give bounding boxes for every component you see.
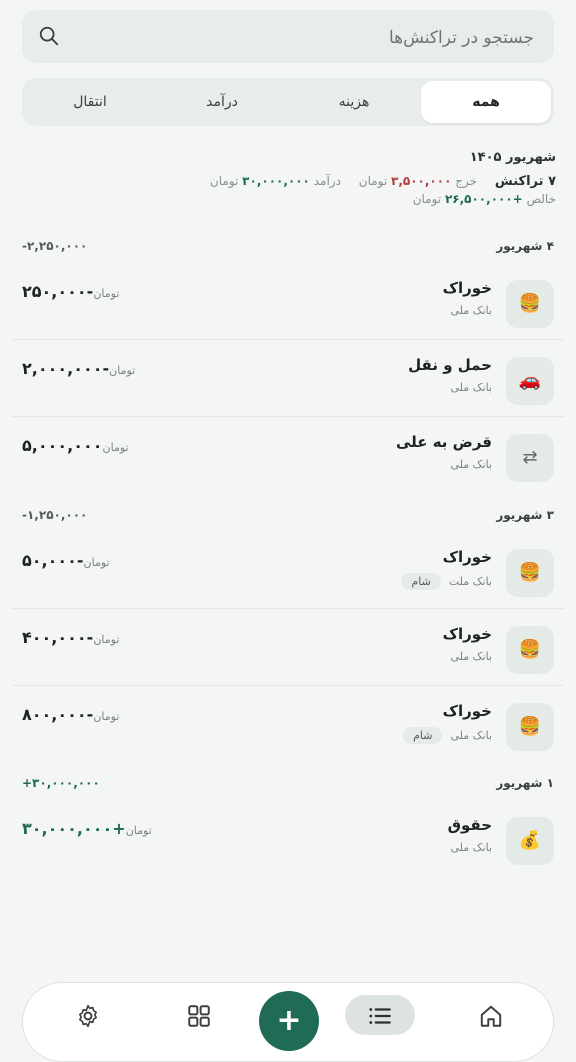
- currency: تومان: [93, 633, 120, 646]
- account-name: بانک ملت: [448, 575, 492, 588]
- currency: تومان: [109, 364, 136, 377]
- day-header: ۳ شهریور -۱,۲۵۰,۰۰۰: [22, 508, 554, 528]
- day-header: ۱ شهریور +۳۰,۰۰۰,۰۰۰: [22, 776, 554, 796]
- account-name: بانک ملی: [450, 458, 492, 471]
- transaction-row[interactable]: 🍔 خوراک بانک ملت شام تومان-۵۰,۰۰۰: [12, 533, 564, 609]
- currency: تومان: [102, 441, 129, 454]
- transaction-account: بانک ملی: [450, 458, 492, 471]
- search-bar[interactable]: [22, 10, 554, 65]
- amount-value: -۴۰۰,۰۰۰: [22, 628, 94, 647]
- income-label: درآمد: [313, 174, 341, 188]
- gear-icon[interactable]: [75, 1003, 101, 1029]
- amount-value: +۳۰,۰۰۰,۰۰۰: [22, 819, 126, 838]
- month-summary: شهریور ۱۴۰۵ ۷ تراکنش خرج ۳,۵۰۰,۰۰۰ تومان…: [16, 150, 556, 206]
- transaction-row[interactable]: ⇄ قرض به علی بانک ملی تومان۵,۰۰۰,۰۰۰: [12, 418, 564, 494]
- amount-value: -۲۵۰,۰۰۰: [22, 282, 94, 301]
- day-label: ۳ شهریور: [496, 508, 554, 522]
- month-title: شهریور ۱۴۰۵: [469, 150, 556, 165]
- account-name: بانک ملی: [450, 841, 492, 854]
- transaction-amount: تومان-۴۰۰,۰۰۰: [22, 628, 125, 647]
- tab-income[interactable]: درآمد: [157, 81, 287, 123]
- income-total: ۳۰,۰۰۰,۰۰۰: [242, 174, 310, 188]
- tag-badge: شام: [403, 727, 443, 744]
- tab-all[interactable]: همه: [421, 81, 551, 123]
- filter-tabs: همه هزینه درآمد انتقال: [22, 78, 554, 126]
- day-total: +۳۰,۰۰۰,۰۰۰: [22, 776, 100, 790]
- grid-icon[interactable]: [186, 1003, 212, 1029]
- transaction-title: خوراک: [442, 548, 492, 566]
- transaction-amount: تومان-۲۵۰,۰۰۰: [22, 282, 125, 301]
- divider: [12, 416, 564, 417]
- transaction-account: بانک ملی شام: [403, 727, 492, 744]
- transaction-title: خوراک: [442, 625, 492, 643]
- nav-active-pill[interactable]: [345, 995, 415, 1035]
- transaction-row[interactable]: 💰 حقوق بانک ملی تومان+۳۰,۰۰۰,۰۰۰: [12, 801, 564, 877]
- amount-value: -۲,۰۰۰,۰۰۰: [22, 359, 110, 378]
- transaction-amount: تومان+۳۰,۰۰۰,۰۰۰: [22, 819, 158, 838]
- account-name: بانک ملی: [450, 650, 492, 663]
- day-label: ۱ شهریور: [496, 776, 554, 790]
- search-input[interactable]: [102, 10, 536, 65]
- summary-row: ۷ تراکنش خرج ۳,۵۰۰,۰۰۰ تومان درآمد ۳۰,۰۰…: [16, 174, 556, 189]
- divider: [12, 339, 564, 340]
- burger-icon: 🍔: [506, 626, 554, 674]
- add-transaction-button[interactable]: +: [259, 991, 319, 1051]
- car-icon: 🚗: [506, 357, 554, 405]
- transaction-account: بانک ملت شام: [401, 573, 492, 590]
- list-icon[interactable]: [367, 1003, 393, 1029]
- transaction-title: خوراک: [442, 279, 492, 297]
- currency: تومان: [125, 824, 152, 837]
- divider: [12, 685, 564, 686]
- transaction-account: بانک ملی: [450, 304, 492, 317]
- currency: تومان: [83, 556, 110, 569]
- transaction-account: بانک ملی: [450, 381, 492, 394]
- transaction-row[interactable]: 🚗 حمل و نقل بانک ملی تومان-۲,۰۰۰,۰۰۰: [12, 341, 564, 417]
- account-name: بانک ملی: [450, 381, 492, 394]
- amount-value: ۵,۰۰۰,۰۰۰: [22, 436, 103, 455]
- day-label: ۴ شهریور: [496, 239, 554, 253]
- income-currency: تومان: [209, 174, 239, 188]
- transfer-icon: ⇄: [506, 434, 554, 482]
- transaction-amount: تومان-۵۰,۰۰۰: [22, 551, 116, 570]
- transaction-row[interactable]: 🍔 خوراک بانک ملی شام تومان-۸۰۰,۰۰۰: [12, 687, 564, 763]
- net-label: خالص: [526, 192, 556, 206]
- expense-label: خرج: [455, 174, 478, 188]
- tag-badge: شام: [401, 573, 441, 590]
- transaction-title: قرض به علی: [395, 433, 492, 451]
- divider: [12, 608, 564, 609]
- burger-icon: 🍔: [506, 703, 554, 751]
- currency: تومان: [93, 710, 120, 723]
- home-icon[interactable]: [478, 1003, 504, 1029]
- currency: تومان: [93, 287, 120, 300]
- tab-transfer[interactable]: انتقال: [25, 81, 155, 123]
- transaction-amount: تومان-۸۰۰,۰۰۰: [22, 705, 125, 724]
- transaction-row[interactable]: 🍔 خوراک بانک ملی تومان-۴۰۰,۰۰۰: [12, 610, 564, 686]
- net-currency: تومان: [412, 192, 442, 206]
- transaction-account: بانک ملی: [450, 650, 492, 663]
- amount-value: -۵۰,۰۰۰: [22, 551, 84, 570]
- day-total: -۲,۲۵۰,۰۰۰: [22, 239, 88, 253]
- transaction-amount: تومان۵,۰۰۰,۰۰۰: [22, 436, 135, 455]
- transaction-amount: تومان-۲,۰۰۰,۰۰۰: [22, 359, 141, 378]
- transaction-row[interactable]: 🍔 خوراک بانک ملی تومان-۲۵۰,۰۰۰: [12, 264, 564, 340]
- expense-total: ۳,۵۰۰,۰۰۰: [391, 174, 452, 188]
- money-bag-icon: 💰: [506, 817, 554, 865]
- net-row: خالص +۲۶,۵۰۰,۰۰۰ تومان: [16, 192, 556, 206]
- transaction-title: حمل و نقل: [408, 356, 492, 374]
- day-total: -۱,۲۵۰,۰۰۰: [22, 508, 88, 522]
- burger-icon: 🍔: [506, 280, 554, 328]
- search-icon[interactable]: [38, 25, 60, 47]
- net-total: +۲۶,۵۰۰,۰۰۰: [444, 192, 523, 206]
- transaction-count: ۷ تراکنش: [494, 174, 556, 189]
- amount-value: -۸۰۰,۰۰۰: [22, 705, 94, 724]
- transaction-title: حقوق: [447, 816, 492, 834]
- account-name: بانک ملی: [450, 729, 492, 742]
- transaction-account: بانک ملی: [450, 841, 492, 854]
- transaction-title: خوراک: [442, 702, 492, 720]
- burger-icon: 🍔: [506, 549, 554, 597]
- day-header: ۴ شهریور -۲,۲۵۰,۰۰۰: [22, 239, 554, 259]
- tab-expense[interactable]: هزینه: [289, 81, 419, 123]
- expense-currency: تومان: [358, 174, 388, 188]
- account-name: بانک ملی: [450, 304, 492, 317]
